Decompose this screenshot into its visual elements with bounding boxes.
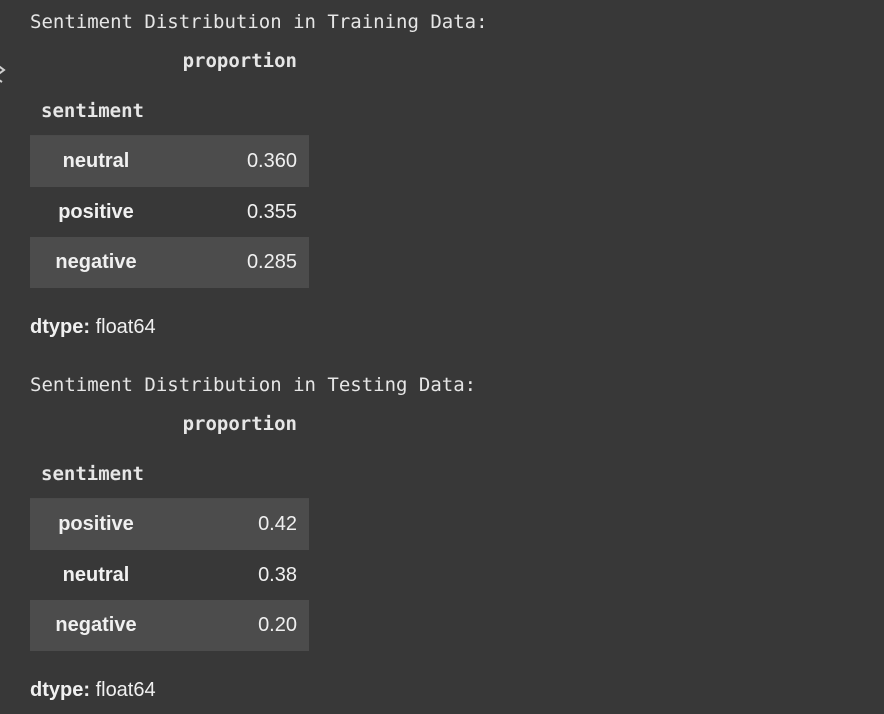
print-output-text: Sentiment Distribution in Testing Data: <box>30 374 477 396</box>
index-name-row: sentiment <box>30 86 309 136</box>
row-label: positive <box>58 200 134 223</box>
row-label: neutral <box>62 150 130 172</box>
print-output-text: Sentiment Distribution in Training Data: <box>30 11 488 33</box>
index-name: sentiment <box>41 100 144 122</box>
table-row: positive 0.355 <box>30 187 309 238</box>
dtype-label: dtype: <box>30 679 90 701</box>
row-label: negative <box>55 251 137 273</box>
output-collapse-icon[interactable] <box>0 60 6 88</box>
row-label: negative <box>55 614 137 636</box>
table-row: negative 0.285 <box>30 237 309 288</box>
dtype-info: dtype: float64 <box>30 316 156 339</box>
row-value: 0.20 <box>258 614 297 636</box>
row-value: 0.355 <box>246 200 297 223</box>
table-row: neutral 0.38 <box>30 550 309 601</box>
table-row: neutral 0.360 <box>30 136 309 187</box>
row-label: neutral <box>62 563 130 586</box>
table-header-row: proportion <box>30 399 309 449</box>
table-row: positive 0.42 <box>30 499 309 550</box>
dtype-value: float64 <box>95 679 156 701</box>
dataframe-table: proportion sentiment positive 0.42 neutr… <box>30 399 309 651</box>
dtype-info: dtype: float64 <box>30 679 156 702</box>
row-value: 0.38 <box>258 563 297 586</box>
table-header-row: proportion <box>30 36 309 86</box>
dtype-value: float64 <box>95 316 156 338</box>
row-value: 0.285 <box>246 251 297 273</box>
index-name-row: sentiment <box>30 449 309 499</box>
row-label: positive <box>58 513 134 535</box>
table-row: negative 0.20 <box>30 600 309 651</box>
dtype-label: dtype: <box>30 316 90 338</box>
row-value: 0.360 <box>246 150 297 172</box>
column-header: proportion <box>182 413 297 435</box>
row-value: 0.42 <box>258 513 297 535</box>
dataframe-table: proportion sentiment neutral 0.360 posit… <box>30 36 309 288</box>
index-name: sentiment <box>41 463 144 485</box>
column-header: proportion <box>182 50 297 72</box>
